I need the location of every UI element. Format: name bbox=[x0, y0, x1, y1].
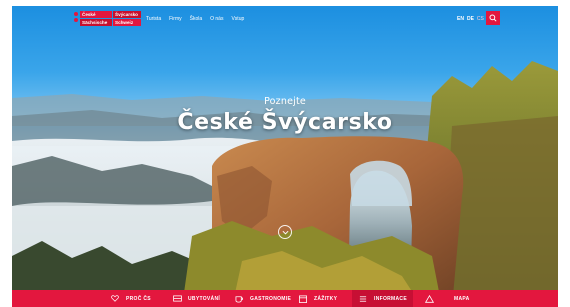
bottom-nav-label: PROČ ČS bbox=[126, 295, 151, 302]
bottom-nav: PROČ ČS UBYTOVÁNÍ GASTRONOMIE ZÁŽITKY IN… bbox=[12, 290, 558, 307]
bottom-nav-label: MAPA bbox=[454, 295, 470, 302]
nav-o-nas[interactable]: O nás bbox=[210, 16, 223, 22]
map-icon bbox=[424, 294, 434, 304]
lang-cs[interactable]: CS bbox=[477, 16, 484, 22]
lang-en[interactable]: EN bbox=[457, 16, 464, 22]
bottom-nav-label: INFORMACE bbox=[374, 295, 407, 302]
bottom-nav-label: UBYTOVÁNÍ bbox=[188, 295, 221, 302]
bottom-nav-label: ZÁŽITKY bbox=[314, 295, 338, 302]
logo-wordmark: České Švýcarsko Sächsische Schweiz bbox=[80, 11, 141, 26]
bottom-nav-ubytovani[interactable]: UBYTOVÁNÍ bbox=[172, 290, 220, 307]
bottom-nav-informace[interactable]: INFORMACE bbox=[352, 290, 413, 307]
hero-subtitle: Poznejte bbox=[264, 96, 306, 107]
nav-skola[interactable]: Škola bbox=[190, 16, 203, 22]
site-logo[interactable]: České Švýcarsko Sächsische Schweiz bbox=[74, 11, 141, 26]
cup-icon bbox=[234, 294, 244, 304]
bottom-nav-zazitky[interactable]: ZÁŽITKY bbox=[298, 290, 337, 307]
logo-text-de2: Schweiz bbox=[113, 19, 141, 26]
chevron-down-icon bbox=[282, 230, 288, 234]
logo-text-de: Sächsische bbox=[80, 19, 112, 26]
homepage: České Švýcarsko Sächsische Schweiz Turis… bbox=[12, 6, 558, 307]
hero-title: České Švýcarsko bbox=[177, 110, 393, 135]
top-bar: České Švýcarsko Sächsische Schweiz Turis… bbox=[12, 6, 558, 32]
search-button[interactable] bbox=[486, 11, 500, 25]
logo-text-cz2: Švýcarsko bbox=[113, 11, 141, 18]
calendar-icon bbox=[298, 294, 308, 304]
search-icon bbox=[489, 14, 497, 22]
hero-background-photo bbox=[12, 6, 558, 307]
bottom-nav-proc-cs[interactable]: PROČ ČS bbox=[110, 290, 151, 307]
nav-firmy[interactable]: Firmy bbox=[169, 16, 182, 22]
lang-de[interactable]: DE bbox=[467, 16, 474, 22]
language-switcher: EN DE CS bbox=[457, 16, 484, 22]
bed-icon bbox=[172, 294, 182, 304]
nav-turista[interactable]: Turista bbox=[146, 16, 161, 22]
logo-text-cz: České bbox=[80, 11, 112, 18]
bottom-nav-gastronomie[interactable]: GASTRONOMIE bbox=[234, 290, 291, 307]
bottom-nav-mapa[interactable]: MAPA bbox=[424, 290, 470, 307]
scroll-down-button[interactable] bbox=[278, 225, 292, 239]
heart-icon bbox=[110, 294, 120, 304]
main-nav: Turista Firmy Škola O nás Vstup bbox=[146, 16, 244, 22]
bottom-nav-label: GASTRONOMIE bbox=[250, 295, 292, 302]
logo-mark bbox=[74, 12, 78, 22]
info-icon bbox=[358, 294, 368, 304]
nav-vstup[interactable]: Vstup bbox=[231, 16, 244, 22]
